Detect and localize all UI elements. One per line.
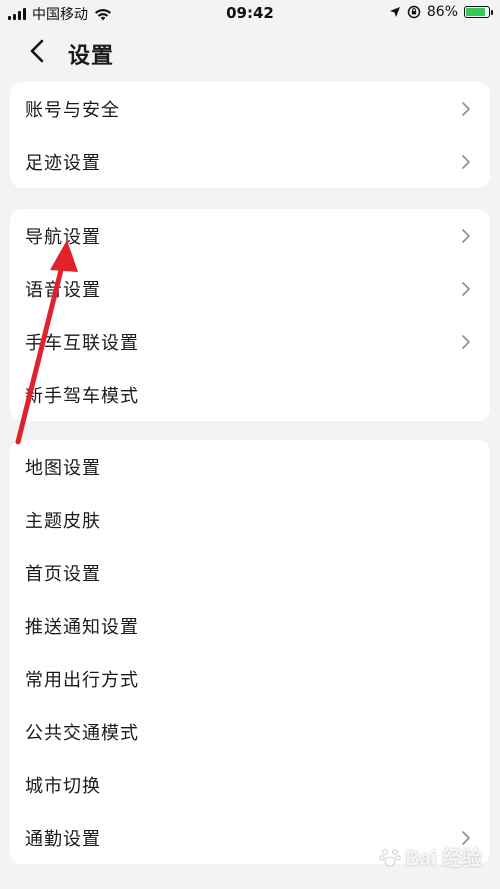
settings-item-label: 主题皮肤 xyxy=(25,510,101,532)
settings-item-label: 公共交通模式 xyxy=(25,722,139,744)
settings-item-travel-mode[interactable]: 常用出行方式 xyxy=(10,652,490,705)
settings-item-label: 城市切换 xyxy=(25,775,101,797)
settings-item-city-switch[interactable]: 城市切换 xyxy=(10,758,490,811)
page-title: 设置 xyxy=(68,44,115,69)
settings-item-label: 导航设置 xyxy=(25,226,101,248)
settings-item-label: 语音设置 xyxy=(25,279,101,301)
location-icon xyxy=(389,7,400,17)
settings-item-theme[interactable]: 主题皮肤 xyxy=(10,493,490,546)
watermark: Bai 经验 xyxy=(378,842,482,871)
settings-item-label: 首页设置 xyxy=(25,563,101,585)
settings-item-map[interactable]: 地图设置 xyxy=(10,440,490,493)
settings-item-label: 新手驾车模式 xyxy=(25,385,139,407)
battery-fill xyxy=(466,8,485,16)
status-bar: 中国移动 09:42 86% xyxy=(0,0,500,26)
battery-percent: 86% xyxy=(426,4,458,20)
chevron-right-icon xyxy=(462,154,470,169)
settings-item-label: 常用出行方式 xyxy=(25,669,139,691)
settings-item-home[interactable]: 首页设置 xyxy=(10,546,490,599)
battery-icon xyxy=(464,6,493,18)
status-right: 86% xyxy=(389,4,493,20)
settings-item-novice-driving[interactable]: 新手驾车模式 xyxy=(10,368,490,421)
settings-item-label: 手车互联设置 xyxy=(25,332,139,354)
settings-item-public-transit[interactable]: 公共交通模式 xyxy=(10,705,490,758)
chevron-right-icon xyxy=(462,281,470,296)
settings-item-car-link[interactable]: 手车互联设置 xyxy=(10,315,490,368)
watermark-text: Bai 经验 xyxy=(405,848,482,870)
chevron-right-icon xyxy=(462,334,470,349)
chevron-right-icon xyxy=(462,228,470,243)
settings-item-footprint[interactable]: 足迹设置 xyxy=(10,135,490,188)
settings-item-label: 通勤设置 xyxy=(25,828,101,850)
settings-item-label: 地图设置 xyxy=(25,457,101,479)
settings-item-push-notification[interactable]: 推送通知设置 xyxy=(10,599,490,652)
rotation-lock-icon xyxy=(407,5,421,19)
chevron-left-icon xyxy=(30,39,44,63)
nav-header: 设置 xyxy=(0,30,500,74)
settings-item-label: 足迹设置 xyxy=(25,152,101,174)
chevron-right-icon xyxy=(462,101,470,116)
settings-group-navigation: 导航设置 语音设置 手车互联设置 新手驾车模式 xyxy=(10,209,490,421)
settings-item-navigation[interactable]: 导航设置 xyxy=(10,209,490,262)
settings-item-voice[interactable]: 语音设置 xyxy=(10,262,490,315)
paw-icon xyxy=(379,848,401,866)
settings-group-general: 地图设置 主题皮肤 首页设置 推送通知设置 常用出行方式 公共交通模式 城市切换… xyxy=(10,440,490,864)
settings-item-label: 推送通知设置 xyxy=(25,616,139,638)
settings-group-account: 账号与安全 足迹设置 xyxy=(10,82,490,188)
settings-item-label: 账号与安全 xyxy=(25,99,120,121)
settings-item-account-security[interactable]: 账号与安全 xyxy=(10,82,490,135)
back-button[interactable] xyxy=(22,36,52,66)
